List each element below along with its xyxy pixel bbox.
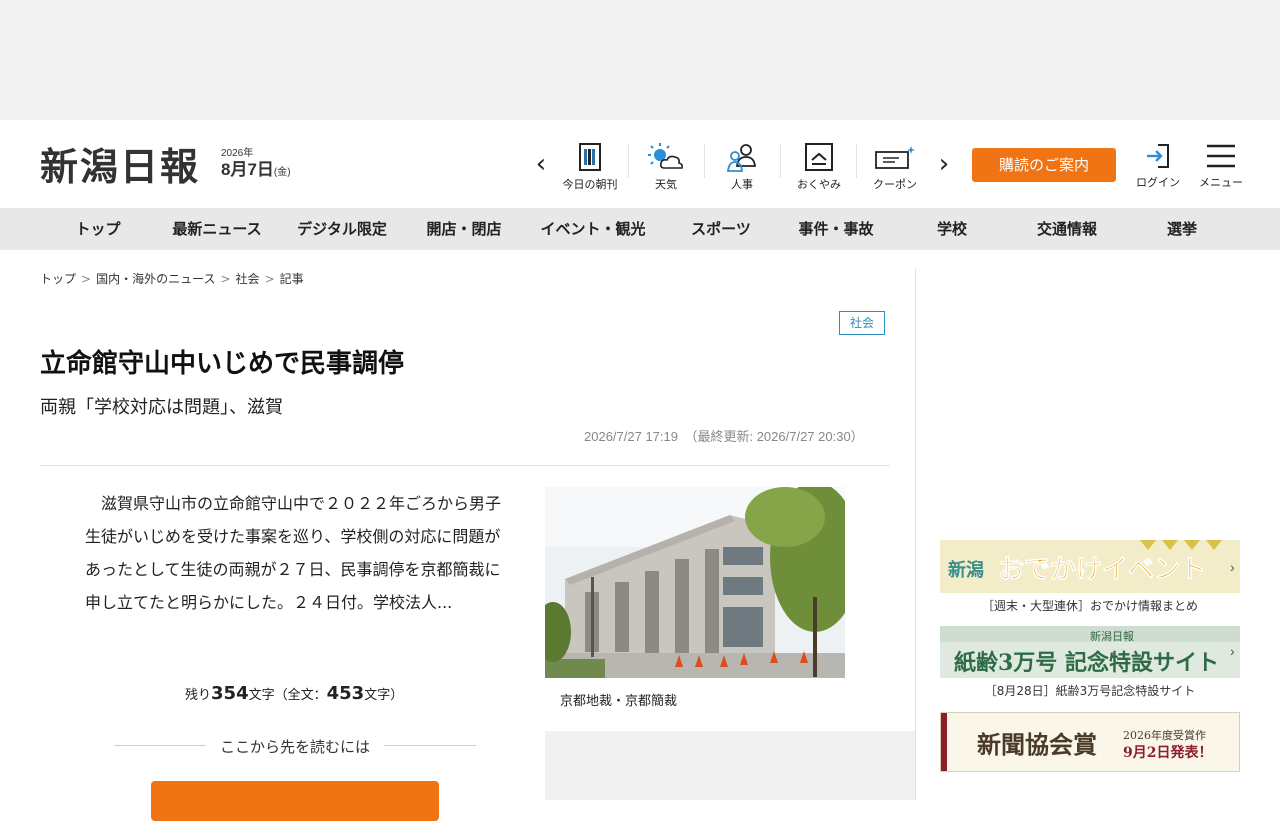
quick-nav-label: 人事 — [731, 178, 753, 191]
svg-text:おでかけイベント: おでかけイベント — [998, 554, 1206, 584]
divider — [40, 465, 890, 466]
hamburger-menu-icon — [1207, 144, 1235, 168]
read-more-label: ここから先を読むには — [219, 738, 370, 756]
svg-text:新潟日報: 新潟日報 — [1090, 629, 1134, 643]
nav-item-events-tourism[interactable]: イベント・観光 — [528, 208, 658, 250]
top-ad-space — [0, 0, 1280, 120]
column-divider — [915, 268, 916, 800]
nav-item-incidents[interactable]: 事件・事故 — [786, 208, 886, 250]
breadcrumb-item[interactable]: 社会 — [236, 272, 260, 286]
svg-text:2026年度受賞作: 2026年度受賞作 — [1123, 728, 1206, 742]
chevron-right-icon[interactable]: › — [934, 150, 954, 178]
date-year: 2026年 — [221, 148, 254, 159]
svg-text:紙齢3万号 記念特設サイト: 紙齢3万号 記念特設サイト — [954, 650, 1219, 676]
breadcrumb-item[interactable]: トップ — [40, 272, 76, 286]
odekake-banner-image: 新潟 おでかけイベント › — [940, 540, 1240, 593]
date-day: 8月7日(金) — [221, 160, 291, 179]
30000-issues-banner-image: 紙齢3万号 記念特設サイト 新潟日報 › — [940, 626, 1240, 678]
banner-caption[interactable]: ［週末・大型連休］おでかけ情報まとめ — [940, 597, 1240, 614]
quick-nav-morning-paper[interactable]: 今日の朝刊 — [558, 138, 622, 198]
quick-nav-label: おくやみ — [797, 178, 841, 191]
menu-label: メニュー — [1199, 176, 1243, 189]
banner-press-association-award[interactable]: 新聞協会賞 2026年度受賞作 9月2日発表！ — [940, 712, 1240, 772]
courthouse-photo — [545, 487, 845, 678]
site-logo[interactable]: 新潟日報 — [40, 143, 210, 191]
header-date: 2026年 8月7日(金) — [221, 148, 291, 183]
newspaper-icon — [579, 143, 601, 171]
nav-item-schools[interactable]: 学校 — [922, 208, 982, 250]
menu-button[interactable]: メニュー — [1196, 140, 1246, 189]
category-tag[interactable]: 社会 — [839, 311, 885, 335]
divider — [704, 144, 705, 178]
divider — [780, 144, 781, 178]
login-icon — [1147, 144, 1169, 168]
quick-nav-label: 今日の朝刊 — [562, 178, 618, 191]
svg-text:9月2日発表！: 9月2日発表！ — [1123, 744, 1212, 761]
nav-item-top[interactable]: トップ — [58, 208, 138, 250]
article-photo[interactable] — [545, 487, 845, 678]
global-nav: トップ 最新ニュース デジタル限定 開店・閉店 イベント・観光 スポーツ 事件・… — [0, 208, 1280, 250]
date-weekday: (金) — [273, 167, 291, 178]
nav-item-traffic[interactable]: 交通情報 — [1022, 208, 1112, 250]
article-timestamp: 2026/7/27 17:19 （最終更新: 2026/7/27 20:30） — [584, 429, 864, 444]
nav-item-digital-only[interactable]: デジタル限定 — [283, 208, 401, 250]
login-button[interactable]: ログイン — [1134, 140, 1182, 189]
breadcrumb-separator: > — [220, 272, 231, 286]
coupon-icon — [875, 146, 915, 169]
nav-item-sports[interactable]: スポーツ — [674, 208, 768, 250]
breadcrumb: トップ > 国内・海外のニュース > 社会 > 記事 — [40, 270, 304, 287]
remaining-chars: 残り354文字（全文：453文字） — [185, 683, 404, 704]
divider — [856, 144, 857, 178]
people-icon — [726, 144, 757, 172]
remaining-count: 354 — [211, 683, 249, 704]
subscribe-button[interactable]: 購読のご案内 — [972, 148, 1116, 182]
quick-nav-coupon[interactable]: クーポン — [866, 138, 924, 198]
svg-text:›: › — [1230, 559, 1235, 575]
press-award-banner-image: 新聞協会賞 2026年度受賞作 9月2日発表！ — [941, 713, 1239, 771]
svg-text:›: › — [1230, 643, 1235, 659]
divider — [628, 144, 629, 178]
banner-caption[interactable]: ［8月28日］紙齢3万号記念特設サイト — [940, 682, 1240, 699]
photo-caption: 京都地裁・京都簡裁 — [560, 694, 678, 709]
breadcrumb-separator: > — [264, 272, 275, 286]
quick-nav-label: クーポン — [873, 178, 917, 191]
nav-item-open-close[interactable]: 開店・閉店 — [412, 208, 516, 250]
condolence-icon — [805, 143, 833, 171]
quick-nav-condolence[interactable]: おくやみ — [790, 138, 848, 198]
weather-icon — [648, 143, 683, 169]
breadcrumb-separator: > — [81, 272, 92, 286]
nav-item-election[interactable]: 選挙 — [1152, 208, 1212, 250]
svg-text:新潟: 新潟 — [948, 559, 984, 580]
total-count: 453 — [326, 683, 365, 704]
quick-nav-label: 天気 — [655, 178, 677, 191]
login-label: ログイン — [1136, 176, 1180, 189]
banner-30000-issues[interactable]: 紙齢3万号 記念特設サイト 新潟日報 › — [940, 626, 1240, 678]
svg-text:新聞協会賞: 新聞協会賞 — [977, 730, 1097, 759]
banner-odekake-event[interactable]: 新潟 おでかけイベント › — [940, 540, 1240, 593]
read-more-heading: ここから先を読むには — [114, 736, 476, 756]
article-body: 滋賀県守山市の立命館守山中で２０２２年ごろから男子生徒がいじめを受けた事案を巡り… — [85, 494, 502, 612]
nav-item-latest-news[interactable]: 最新ニュース — [158, 208, 276, 250]
quick-nav-weather[interactable]: 天気 — [638, 138, 694, 198]
chevron-left-icon[interactable]: ‹ — [531, 150, 551, 178]
breadcrumb-item[interactable]: 国内・海外のニュース — [96, 272, 215, 286]
breadcrumb-item-current: 記事 — [279, 272, 304, 286]
article-subtitle: 両親「学校対応は問題」、滋賀 — [40, 397, 283, 418]
article-title: 立命館守山中いじめで民事調停 — [40, 349, 405, 379]
register-button[interactable] — [151, 781, 439, 821]
ad-placeholder — [545, 731, 915, 800]
quick-nav-personnel[interactable]: 人事 — [714, 138, 770, 198]
